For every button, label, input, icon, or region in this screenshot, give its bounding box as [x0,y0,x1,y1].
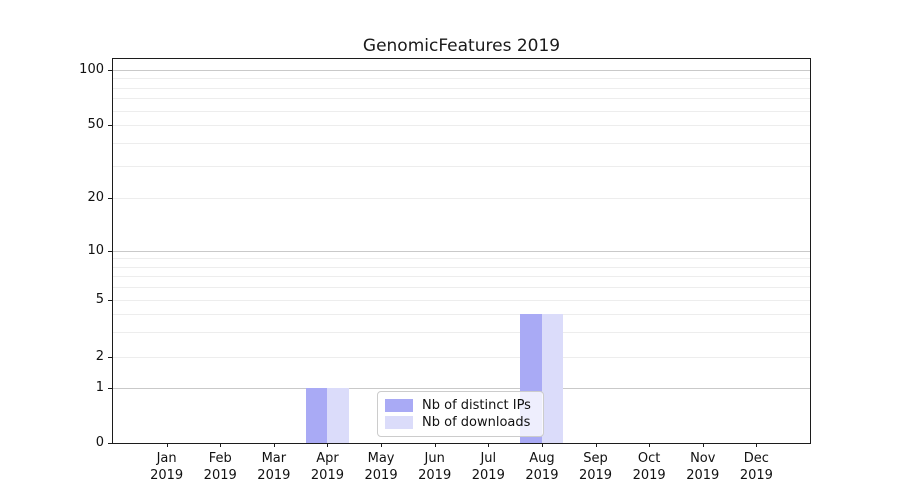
minor-gridline [113,332,810,333]
minor-gridline [113,287,810,288]
major-gridline [113,251,810,252]
legend: Nb of distinct IPs Nb of downloads [377,391,544,437]
minor-gridline [113,78,810,79]
x-tick-label-mar: Mar 2019 [246,450,302,484]
legend-label-downloads: Nb of downloads [422,415,530,430]
bar-apr-distinct-ips [306,388,328,443]
x-tick-mark [756,443,757,447]
x-tick-label-sep: Sep 2019 [568,450,624,484]
y-tick-label: 5 [60,292,104,308]
x-tick-mark [327,443,328,447]
y-tick-label: 0 [60,435,104,451]
x-tick-label-jan: Jan 2019 [139,450,195,484]
x-tick-label-feb: Feb 2019 [192,450,248,484]
minor-gridline [113,125,810,126]
x-tick-label-jun: Jun 2019 [407,450,463,484]
y-tick-mark [108,251,112,252]
minor-gridline [113,258,810,259]
legend-item-downloads: Nb of downloads [385,415,535,430]
minor-gridline [113,198,810,199]
y-tick-label: 100 [60,62,104,78]
legend-swatch-downloads-icon [385,416,413,429]
y-tick-mark [108,388,112,389]
legend-item-distinct-ips: Nb of distinct IPs [385,398,535,413]
y-tick-mark [108,357,112,358]
x-tick-label-apr: Apr 2019 [299,450,355,484]
x-tick-label-may: May 2019 [353,450,409,484]
y-tick-label: 2 [60,349,104,365]
y-tick-label: 50 [60,117,104,133]
x-tick-mark [220,443,221,447]
x-tick-mark [274,443,275,447]
minor-gridline [113,300,810,301]
x-tick-label-nov: Nov 2019 [675,450,731,484]
minor-gridline [113,357,810,358]
y-tick-label: 20 [60,190,104,206]
plot-area [112,58,811,444]
x-tick-mark [703,443,704,447]
x-tick-label-oct: Oct 2019 [621,450,677,484]
major-gridline [113,70,810,71]
chart-figure: GenomicFeatures 2019 Nb of distinct IPs … [0,0,900,500]
bar-aug-downloads [542,314,564,443]
y-tick-mark [108,70,112,71]
bar-apr-downloads [327,388,349,443]
minor-gridline [113,111,810,112]
y-tick-mark [108,300,112,301]
chart-title: GenomicFeatures 2019 [113,36,810,56]
minor-gridline [113,98,810,99]
y-tick-mark [108,125,112,126]
minor-gridline [113,267,810,268]
y-tick-mark [108,443,112,444]
minor-gridline [113,314,810,315]
minor-gridline [113,276,810,277]
x-tick-mark [596,443,597,447]
y-tick-label: 1 [60,380,104,396]
x-tick-mark [435,443,436,447]
minor-gridline [113,143,810,144]
legend-label-distinct-ips: Nb of distinct IPs [422,398,531,413]
x-tick-mark [381,443,382,447]
y-tick-mark [108,198,112,199]
x-tick-label-jul: Jul 2019 [460,450,516,484]
minor-gridline [113,166,810,167]
x-tick-mark [649,443,650,447]
y-tick-label: 10 [60,243,104,259]
x-tick-label-dec: Dec 2019 [728,450,784,484]
minor-gridline [113,88,810,89]
legend-swatch-distinct-ips-icon [385,399,413,412]
x-tick-mark [488,443,489,447]
x-tick-label-aug: Aug 2019 [514,450,570,484]
x-tick-mark [542,443,543,447]
major-gridline [113,388,810,389]
x-tick-mark [167,443,168,447]
